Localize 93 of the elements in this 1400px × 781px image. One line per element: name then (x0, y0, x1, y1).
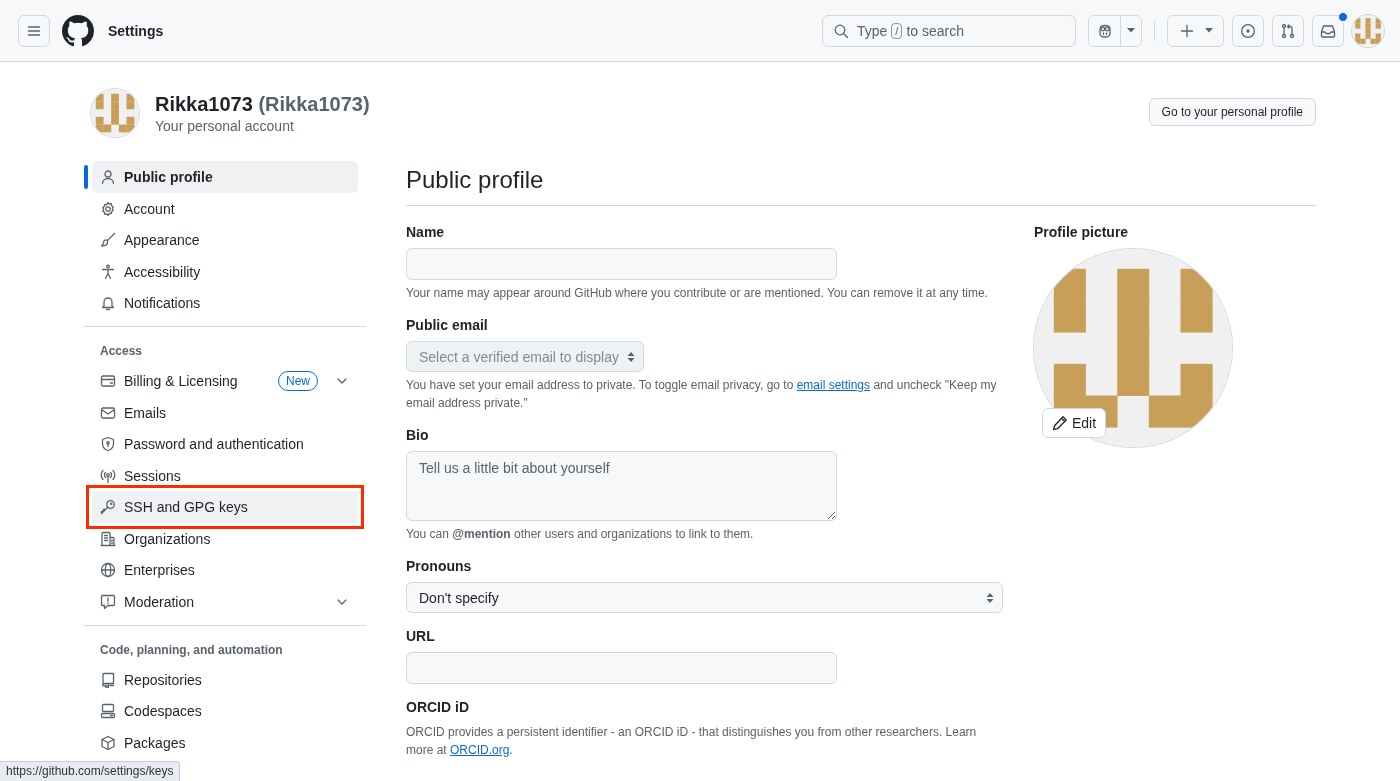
status-url: https://github.com/settings/keys (0, 761, 181, 781)
sidebar-item-label: Moderation (124, 593, 196, 610)
book-icon (100, 671, 116, 688)
computer-icon (100, 703, 116, 719)
profile-button[interactable]: Go to your personal profile (1148, 98, 1316, 126)
sidebar-item[interactable]: Codespaces (92, 695, 358, 727)
sidebar-item[interactable]: Billing & Licensing New (92, 365, 358, 397)
broadcast-icon (100, 467, 116, 484)
pull-requests-button[interactable] (1272, 14, 1304, 47)
sidebar-item[interactable]: Repositories (92, 663, 358, 696)
sidebar-item-label: Emails (124, 404, 167, 421)
gear-icon (100, 200, 116, 217)
shortcut-key: / (891, 22, 903, 39)
sidebar-item-label: SSH and GPG keys (124, 499, 249, 515)
edit-button[interactable]: Edit (1042, 408, 1107, 438)
field-label: Bio (406, 426, 430, 445)
sidebar-item[interactable]: Emails (92, 396, 358, 429)
sidebar-item[interactable]: Moderation (92, 585, 358, 618)
avatar-picture[interactable] (1352, 14, 1384, 47)
account-name: Rikka1073 (Rikka1073) (155, 92, 370, 117)
key-icon (100, 499, 116, 515)
sidebar-item[interactable]: Appearance (92, 224, 358, 256)
sidebar-item-label: Enterprises (124, 562, 196, 578)
field-label: Public email (406, 316, 489, 335)
caret-icon (1204, 28, 1213, 33)
field-label: URL (406, 627, 436, 646)
select-arrows-icon (627, 350, 635, 363)
pencil-icon (1052, 415, 1068, 431)
account-subtitle: Your personal account (155, 117, 295, 135)
sidebar-item[interactable]: Organizations (92, 522, 358, 555)
section-title: Public profile (406, 165, 1316, 206)
field-label: Pronouns (406, 557, 473, 576)
globe-icon (100, 562, 116, 578)
paintbrush-icon (100, 232, 116, 248)
cube-icon (100, 734, 116, 751)
mail-icon (100, 404, 116, 421)
section-label: Profile picture (1034, 223, 1130, 242)
sidebar-item[interactable]: Password and authentication (92, 428, 358, 460)
circle-dot-icon (1240, 22, 1256, 39)
sidebar-item-label: Appearance (124, 232, 201, 248)
menu-button[interactable] (18, 14, 50, 47)
sidebar-item[interactable]: Account (92, 192, 358, 225)
help-text: ORCID provides a persistent identifier - an ORCID iD - that distinguishes you from other researchers. Learn more at ORCID.org. (406, 724, 978, 759)
text-field[interactable] (406, 652, 837, 684)
select-field[interactable]: Don't specify (406, 582, 1003, 613)
sidebar-item-label: Organizations (124, 530, 212, 547)
inbox-icon (1320, 22, 1336, 39)
section-heading: Access (99, 343, 144, 360)
create-new-button[interactable] (1167, 14, 1224, 47)
sidebar-item[interactable]: Notifications (92, 287, 358, 319)
bio-field[interactable]: Tell us a little bit about yourself (406, 451, 837, 521)
inbox-button[interactable] (1312, 14, 1344, 47)
sidebar-item-label: Sessions (124, 467, 182, 484)
octocat-logo[interactable] (62, 14, 94, 47)
section-heading: Code, planning, and automation (99, 641, 284, 659)
selected-indicator (84, 165, 88, 189)
sidebar-item-label: Public profile (124, 169, 214, 185)
buildings-icon (100, 530, 116, 547)
help-text: Your name may appear around GitHub where you contribute or are mentioned. You can remove it at any time. (406, 285, 989, 302)
robot-face-icon (1096, 22, 1113, 39)
sidebar-item-label: Password and authentication (124, 436, 305, 452)
sidebar-item-label: Repositories (124, 671, 203, 688)
shield-icon (100, 436, 116, 452)
plus-icon (1178, 22, 1195, 39)
credit-card-icon (100, 373, 116, 389)
page-title: Settings (108, 22, 164, 39)
select-arrows-icon (986, 591, 994, 604)
sidebar-item-label: Notifications (124, 295, 202, 311)
field-label: ORCID iD (406, 698, 470, 717)
robot-face-button[interactable] (1089, 15, 1121, 46)
sidebar-item[interactable]: Accessibility (92, 255, 358, 288)
avatar-picture (91, 89, 139, 137)
bell-icon (100, 295, 116, 311)
search-field[interactable]: Type / to search (822, 14, 1076, 47)
text-field[interactable] (406, 248, 837, 280)
sidebar-item-label: Codespaces (124, 703, 203, 719)
comment-alert-icon (100, 593, 116, 610)
help-text: You have set your email address to private. To toggle email privacy, go to email settings and uncheck "Keep my email address private." (406, 377, 998, 412)
sidebar-item-label: Account (124, 200, 176, 217)
sidebar-item-label: Billing & Licensing (124, 373, 239, 389)
sidebar-item[interactable]: Packages (92, 726, 358, 759)
sidebar-item[interactable]: Sessions (92, 459, 358, 492)
help-text: You can @mention other users and organizations to link to them. (406, 526, 755, 543)
search-icon (833, 22, 849, 39)
accessibility-icon (100, 263, 116, 280)
sidebar-item-label: Packages (124, 734, 187, 751)
pull-request-icon (1280, 22, 1296, 39)
field-label: Name (406, 223, 446, 242)
issues-button[interactable] (1232, 14, 1264, 47)
sidebar-item-label: Accessibility (124, 263, 202, 280)
caret-icon (1127, 28, 1135, 33)
sidebar-item[interactable]: Enterprises (92, 554, 358, 586)
person-icon (100, 169, 116, 185)
